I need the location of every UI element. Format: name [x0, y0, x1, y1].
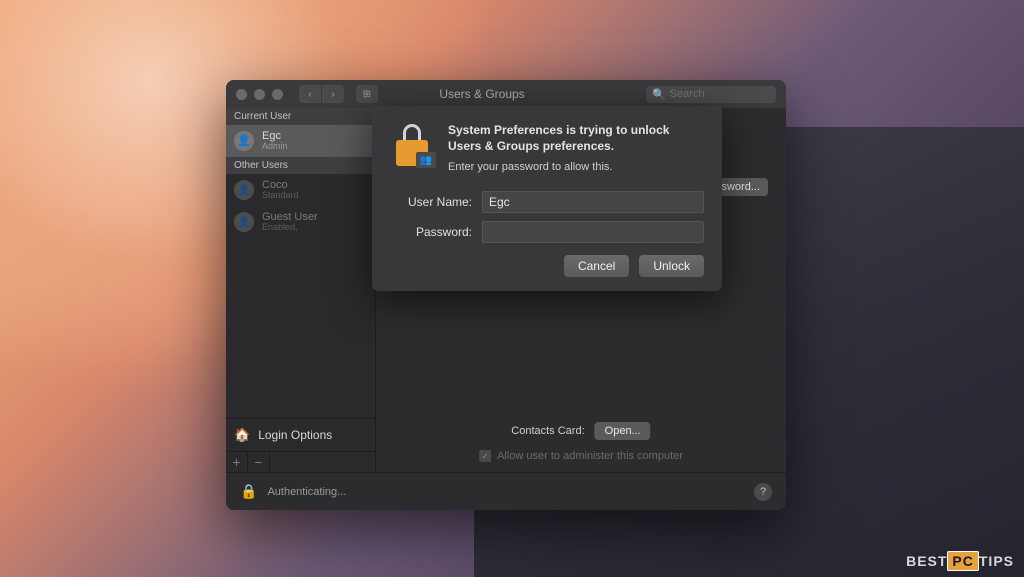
user-role: Admin	[262, 142, 288, 152]
cancel-button[interactable]: Cancel	[564, 255, 629, 277]
username-input[interactable]	[482, 191, 704, 213]
footer: 🔒 Authenticating... ?	[226, 472, 786, 510]
search-icon: 🔍	[652, 88, 666, 101]
current-user-header: Current User	[226, 108, 375, 125]
admin-checkbox[interactable]: ✓	[479, 450, 491, 462]
avatar-icon: 👤	[234, 180, 254, 200]
admin-checkbox-row: ✓ Allow user to administer this computer	[479, 450, 683, 462]
search-input[interactable]	[670, 88, 770, 100]
sidebar-controls: + −	[226, 451, 375, 472]
user-role: Enabled,	[262, 223, 318, 233]
auth-status: Authenticating...	[267, 486, 346, 498]
users-badge-icon: 👥	[416, 152, 436, 168]
sidebar-user-coco[interactable]: 👤 Coco Standard	[226, 174, 375, 206]
admin-checkbox-label: Allow user to administer this computer	[497, 450, 683, 462]
lock-icon[interactable]: 🔒	[240, 483, 257, 500]
titlebar: ‹ › ⊞ Users & Groups 🔍	[226, 80, 786, 108]
add-user-button[interactable]: +	[226, 452, 248, 472]
avatar-icon: 👤	[234, 212, 254, 232]
dialog-subtitle: Enter your password to allow this.	[448, 160, 704, 175]
unlock-button[interactable]: Unlock	[639, 255, 704, 277]
home-icon: 🏠	[234, 427, 250, 443]
watermark: BESTPCTIPS	[906, 553, 1014, 569]
login-options-label: Login Options	[258, 428, 332, 442]
traffic-lights	[236, 89, 283, 100]
sidebar-user-egc[interactable]: 👤 Egc Admin	[226, 125, 375, 157]
dialog-title: System Preferences is trying to unlock U…	[448, 122, 704, 154]
zoom-window-button[interactable]	[272, 89, 283, 100]
dialog-form: User Name: Password:	[390, 191, 704, 243]
contacts-card-row: Contacts Card: Open...	[511, 422, 650, 440]
dialog-lock-icon: 👥	[390, 122, 434, 166]
avatar-icon: 👤	[234, 131, 254, 151]
help-button[interactable]: ?	[754, 483, 772, 501]
open-contacts-button[interactable]: Open...	[595, 422, 651, 440]
password-input[interactable]	[482, 221, 704, 243]
back-button[interactable]: ‹	[299, 85, 321, 103]
remove-user-button[interactable]: −	[248, 452, 270, 472]
search-field-wrap[interactable]: 🔍	[646, 86, 776, 103]
contacts-card-label: Contacts Card:	[511, 425, 584, 437]
password-label: Password:	[390, 225, 472, 239]
window-title: Users & Groups	[326, 87, 638, 101]
username-label: User Name:	[390, 195, 472, 209]
close-window-button[interactable]	[236, 89, 247, 100]
other-users-header: Other Users	[226, 157, 375, 174]
chevron-left-icon: ‹	[308, 89, 311, 100]
user-role: Standard	[262, 191, 299, 201]
auth-dialog: 👥 System Preferences is trying to unlock…	[372, 106, 722, 291]
minimize-window-button[interactable]	[254, 89, 265, 100]
sidebar-user-guest[interactable]: 👤 Guest User Enabled,	[226, 206, 375, 238]
login-options-button[interactable]: 🏠 Login Options	[226, 418, 375, 451]
sidebar: Current User 👤 Egc Admin Other Users 👤 C…	[226, 108, 376, 472]
